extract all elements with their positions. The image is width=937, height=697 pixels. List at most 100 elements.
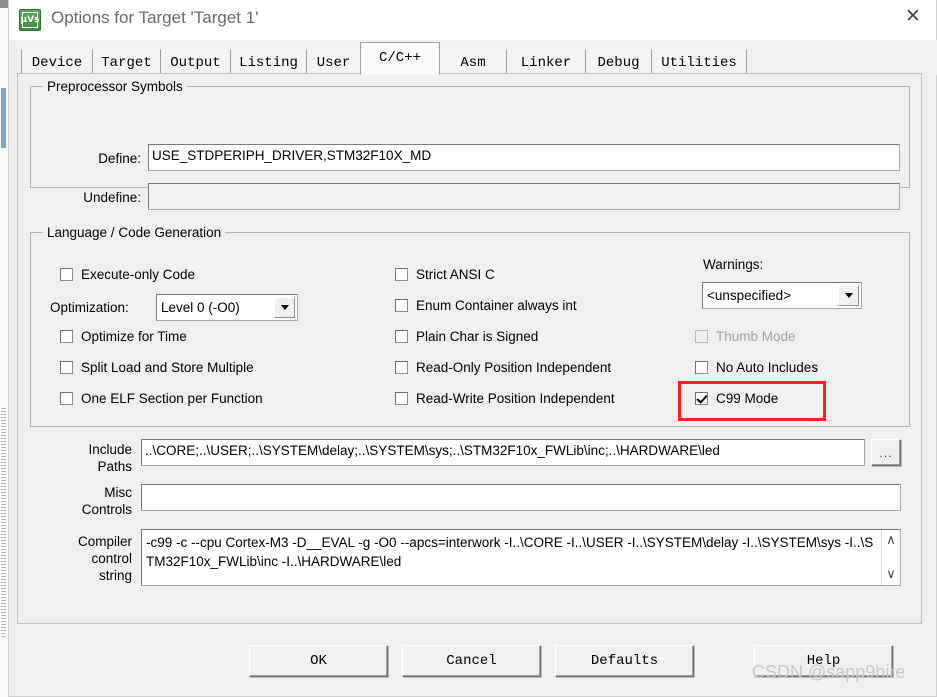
tab-label: Output [170,55,221,71]
chevron-down-icon[interactable] [838,285,859,306]
tab-strip: Device Target Output Listing User C/C++ Asm Lin… [9,40,937,75]
include-paths-input[interactable]: ..\CORE;..\USER;..\SYSTEM\delay;..\SYSTE… [141,439,865,466]
define-input[interactable]: USE_STDPERIPH_DRIVER,STM32F10X_MD [148,144,900,171]
checkbox-box [695,361,708,374]
defaults-button[interactable]: Defaults [555,645,694,677]
tab-label: Linker [520,55,572,71]
checkbox-label: Strict ANSI C [416,267,495,282]
background-scrollbar-thumb [1,88,6,148]
misc-controls-label-line1: Misc [104,485,132,500]
optimization-select[interactable]: Level 0 (-O0) [156,294,298,321]
tab-device[interactable]: Device [21,49,93,75]
warnings-value: <unspecified> [707,288,792,303]
checkbox-one-elf-section-per-function[interactable]: One ELF Section per Function [60,391,263,406]
tab-output[interactable]: Output [160,49,231,75]
warnings-select[interactable]: <unspecified> [702,282,862,309]
tab-label: User [316,55,351,71]
checkbox-split-load-and-store-multiple[interactable]: Split Load and Store Multiple [60,360,254,375]
checkbox-plain-char-is-signed[interactable]: Plain Char is Signed [395,329,538,344]
compiler-label-line3: string [98,568,132,583]
tab-label: Asm [460,55,486,71]
compiler-control-string-area[interactable]: -c99 -c --cpu Cortex-M3 -D__EVAL -g -O0 … [141,529,901,586]
include-paths-browse-button[interactable]: ... [871,439,901,466]
checkbox-label: Plain Char is Signed [416,329,539,344]
checkbox-label: Enum Container always int [416,298,577,313]
checkbox-execute-only-code[interactable]: Execute-only Code [60,267,195,282]
optimization-label: Optimization: [50,300,129,315]
preprocessor-symbols-legend: Preprocessor Symbols [43,79,187,94]
checkbox-box [60,330,73,343]
checkbox-box [395,299,408,312]
scroll-down-icon[interactable]: ∨ [886,568,896,581]
checkbox-box [695,392,708,405]
checkbox-label: One ELF Section per Function [81,391,263,406]
tab-label: Listing [239,55,298,71]
optimization-value: Level 0 (-O0) [161,300,240,315]
tab-user[interactable]: User [306,49,361,75]
compiler-control-string-value[interactable]: -c99 -c --cpu Cortex-M3 -D__EVAL -g -O0 … [142,530,881,585]
checkbox-box [395,392,408,405]
checkbox-label: Read-Only Position Independent [416,360,612,375]
checkbox-read-write-position-independent[interactable]: Read-Write Position Independent [395,391,615,406]
keil-uvision-icon: μVs [19,9,41,31]
window-title: Options for Target 'Target 1' [51,8,259,27]
undefine-input[interactable] [148,183,900,210]
compiler-label-line1: Compiler [77,534,132,549]
tab-label: Utilities [661,55,737,71]
checkbox-box [60,392,73,405]
tab-linker[interactable]: Linker [506,49,586,75]
tab-listing[interactable]: Listing [230,49,307,75]
ok-button[interactable]: OK [249,645,388,677]
help-button[interactable]: Help [754,645,893,677]
checkbox-box [695,330,708,343]
checkbox-box [395,330,408,343]
checkbox-label: No Auto Includes [716,360,819,375]
checkbox-box [395,268,408,281]
keil-uvision-icon-glyph: μVs [21,12,39,28]
scroll-up-icon[interactable]: ∧ [886,534,896,547]
tab-c-c[interactable]: C/C++ [360,42,440,75]
checkbox-no-auto-includes[interactable]: No Auto Includes [695,360,818,375]
checkbox-optimize-for-time[interactable]: Optimize for Time [60,329,187,344]
checkbox-strict-ansi-c[interactable]: Strict ANSI C [395,267,495,282]
options-dialog: μVs Options for Target 'Target 1' ✕ Devi… [8,0,937,697]
undefine-label: Undefine: [83,190,141,205]
checkbox-enum-container-always-int[interactable]: Enum Container always int [395,298,577,313]
include-paths-label: Include Paths [40,441,132,475]
language-code-generation-legend: Language / Code Generation [43,225,226,240]
checkbox-read-only-position-independent[interactable]: Read-Only Position Independent [395,360,611,375]
background-texture [1,408,6,638]
tab-label: C/C++ [378,50,421,66]
checkbox-c99-mode[interactable]: C99 Mode [695,391,778,406]
include-paths-label-line1: Include [88,442,132,457]
compiler-control-string-label: Compiler control string [40,533,132,584]
tab-label: Target [101,55,152,71]
checkbox-box [395,361,408,374]
misc-controls-label-line2: Controls [81,502,132,517]
include-paths-label-line2: Paths [97,459,132,474]
checkbox-label: Read-Write Position Independent [416,391,615,406]
checkbox-label: Execute-only Code [81,267,196,282]
warnings-label: Warnings: [703,257,764,272]
checkbox-label: C99 Mode [716,391,779,406]
close-icon[interactable]: ✕ [890,0,936,32]
tab-asm[interactable]: Asm [439,49,507,75]
tab-label: Device [31,55,83,71]
tab-utilities[interactable]: Utilities [651,49,747,75]
misc-controls-label: Misc Controls [40,484,132,518]
misc-controls-input[interactable] [141,484,901,511]
tab-target[interactable]: Target [92,49,161,75]
checkbox-label: Thumb Mode [716,329,796,344]
chevron-down-icon[interactable] [274,297,295,318]
define-label: Define: [98,151,141,166]
checkbox-box [60,361,73,374]
preprocessor-symbols-group: Preprocessor Symbols [30,79,910,188]
checkbox-box [60,268,73,281]
compiler-scrollbar[interactable]: ∧ ∨ [881,530,900,585]
tab-debug[interactable]: Debug [585,49,652,75]
checkbox-label: Split Load and Store Multiple [81,360,254,375]
title-bar: μVs Options for Target 'Target 1' ✕ [9,0,936,40]
cancel-button[interactable]: Cancel [402,645,541,677]
checkbox-label: Optimize for Time [81,329,187,344]
tab-label: Debug [597,55,640,71]
